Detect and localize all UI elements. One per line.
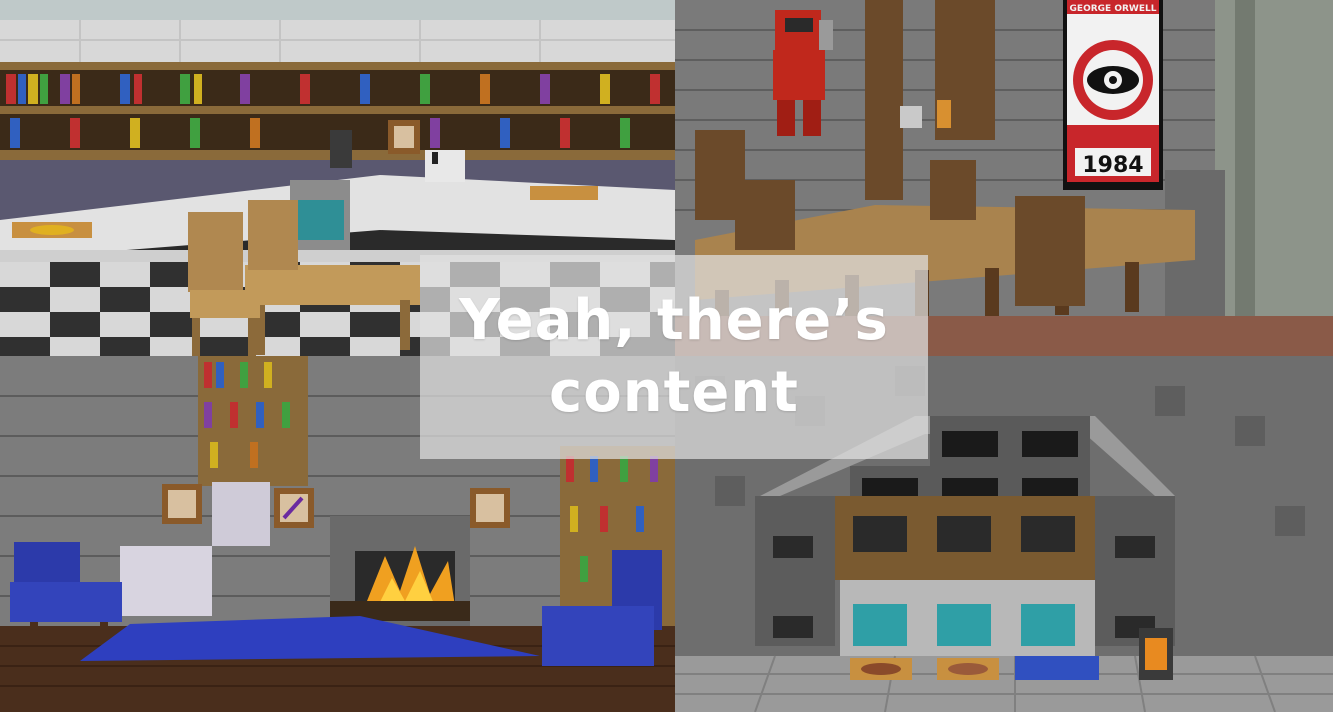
caption-line-1: Yeah, there’s [459,288,889,353]
poster-year: 1984 [1082,153,1143,178]
poster-1984: GEORGE ORWELL 1984 [1063,0,1163,190]
caption-line-2: content [549,360,799,425]
caption-overlay: Yeah, there’s content [420,255,928,459]
poster-banner: GEORGE ORWELL [1070,4,1157,14]
screenshot-collage: GEORGE ORWELL 1984 Yeah, there’s content [0,0,1333,712]
